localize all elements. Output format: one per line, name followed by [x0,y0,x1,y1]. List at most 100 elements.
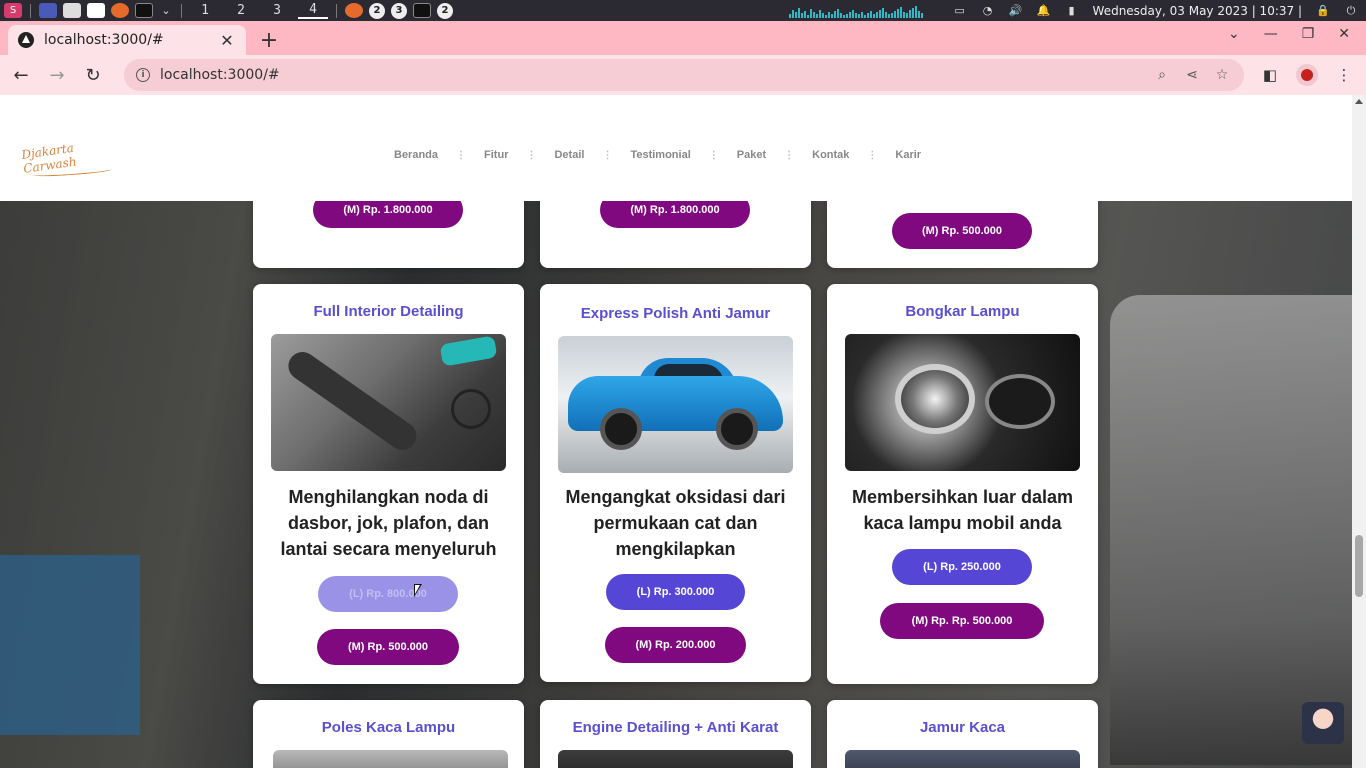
card-image [558,750,793,768]
wifi-icon[interactable]: ◔ [981,4,995,17]
workspace-3[interactable]: 3 [262,3,292,18]
graph-bar [887,13,890,18]
price-l-button[interactable]: (L) Rp. 800.000 [318,576,458,612]
graph-bar [836,8,839,18]
card-title: Engine Detailing + Anti Karat [572,719,779,736]
site-info-icon[interactable]: i [136,68,150,82]
price-l-button[interactable]: (L) Rp. 250.000 [892,549,1032,585]
desktop-icon[interactable] [39,3,57,18]
main-nav: Beranda ⋮ Fitur ⋮ Detail ⋮ Testimonial ⋮… [384,149,931,161]
firefox-icon[interactable] [111,3,129,18]
graph-bar [797,7,800,18]
workspace-1[interactable]: 1 [190,3,220,18]
tab-search-icon[interactable]: ⌄ [1228,26,1240,42]
package-card: Full Interior Detailing Menghilangkan no… [253,284,524,684]
restore-icon[interactable]: ❐ [1302,26,1315,42]
power-icon[interactable]: ⏻ [1344,4,1358,17]
graph-bar [860,11,863,18]
graph-bar [815,13,818,18]
card-description: Membersihkan luar dalam kaca lampu mobil… [851,487,1074,533]
favicon-icon [18,32,34,48]
price-m-button[interactable]: (M) Rp. 500.000 [317,629,459,665]
headlamp-lens [985,374,1055,429]
network-graph [788,4,939,18]
lock-icon[interactable]: 🔒 [1316,4,1330,17]
workspace-4[interactable]: 4 [298,2,328,19]
forward-arrow-icon[interactable]: → [46,64,68,86]
profile-avatar[interactable] [1296,64,1318,86]
price-m-button[interactable]: (M) Rp. 500.000 [892,213,1032,249]
clipboard-icon[interactable]: ▮ [1065,4,1079,17]
kebab-menu-icon[interactable]: ⋮ [1332,63,1356,87]
minimize-icon[interactable]: — [1264,26,1278,42]
card-image [271,334,506,471]
card-image [558,336,793,473]
site-logo[interactable]: Djakarta Carwash [21,137,122,178]
taskbar-separator [181,3,182,18]
price-m-button[interactable]: (M) Rp. Rp. 500.000 [880,603,1044,639]
floating-avatar[interactable] [1302,702,1344,744]
zoom-icon[interactable]: ⌕ [1152,67,1172,83]
graph-bar [908,9,911,18]
nav-separator: ⋮ [602,149,613,161]
card-image [845,750,1080,768]
graph-bar [803,10,806,18]
volume-icon[interactable]: 🔊 [1009,4,1023,17]
close-tab-icon[interactable]: ✕ [218,31,236,50]
browser-tab[interactable]: localhost:3000/# ✕ [8,25,246,55]
scroll-up-icon[interactable] [1355,99,1363,104]
nav-paket[interactable]: Paket [727,149,776,161]
document-icon[interactable] [87,3,105,18]
reload-icon[interactable]: ↻ [82,64,104,86]
card-description: Mengangkat oksidasi dari permukaan cat d… [565,487,786,559]
datetime[interactable]: Wednesday, 03 May 2023 | 10:37 | [1093,4,1302,18]
terminal-window-icon[interactable] [413,3,431,18]
nav-separator: ⋮ [456,149,467,161]
graph-bar [830,13,833,18]
nav-separator: ⋮ [708,149,719,161]
package-card: Express Polish Anti Jamur Mengangkat oks… [540,284,811,682]
nav-fitur[interactable]: Fitur [474,149,518,161]
price-l-button[interactable]: (L) Rp. 300.000 [606,574,745,610]
mouse-cursor [414,584,422,597]
card-description: Menghilangkan noda di dasbor, jok, plafo… [280,487,497,559]
share-icon[interactable]: ⋖ [1182,67,1202,83]
chevron-down-icon[interactable]: ⌄ [159,4,173,17]
url-text[interactable]: localhost:3000/# [160,67,1142,83]
new-tab-button[interactable]: + [254,25,284,55]
graph-bar [878,9,881,18]
graph-bar [854,12,857,18]
scroll-thumb[interactable] [1355,535,1363,597]
nav-separator: ⋮ [867,149,878,161]
close-window-icon[interactable]: ✕ [1338,26,1350,42]
bookmark-star-icon[interactable]: ☆ [1212,67,1232,83]
nav-testimonial[interactable]: Testimonial [620,149,700,161]
window-count-badge: 2 [437,2,453,19]
graph-bar [857,13,860,18]
graph-bar [824,14,827,18]
terminal-icon[interactable] [135,3,153,18]
firefox-window-icon[interactable] [345,3,363,18]
browser-tab-bar: localhost:3000/# ✕ + ⌄ — ❐ ✕ [0,21,1366,55]
workspace-2[interactable]: 2 [226,3,256,18]
app-menu-icon[interactable]: S [4,3,22,18]
mail-icon[interactable] [63,3,81,18]
battery-icon[interactable]: ▭ [953,4,967,17]
nav-karir[interactable]: Karir [885,149,931,161]
os-taskbar: S ⌄ 1 2 3 4 2 3 2 ▭ ◔ 🔊 🔔 ▮ Wednesday, 0… [0,0,1366,21]
card-image [273,750,508,768]
address-bar[interactable]: i localhost:3000/# ⌕ ⋖ ☆ [124,59,1244,91]
graph-bar [809,8,812,18]
page-scrollbar[interactable] [1352,95,1366,768]
side-panel-icon[interactable]: ◧ [1258,63,1282,87]
nav-detail[interactable]: Detail [544,149,594,161]
back-arrow-icon[interactable]: ← [10,64,32,86]
page-viewport: Djakarta Carwash Beranda ⋮ Fitur ⋮ Detai… [0,95,1352,768]
card-title: Bongkar Lampu [905,303,1020,320]
price-m-button[interactable]: (M) Rp. 200.000 [605,627,746,663]
notification-bell-icon[interactable]: 🔔 [1037,4,1051,17]
nav-kontak[interactable]: Kontak [802,149,859,161]
nav-separator: ⋮ [784,149,795,161]
graph-bar [899,6,902,18]
nav-beranda[interactable]: Beranda [384,149,448,161]
